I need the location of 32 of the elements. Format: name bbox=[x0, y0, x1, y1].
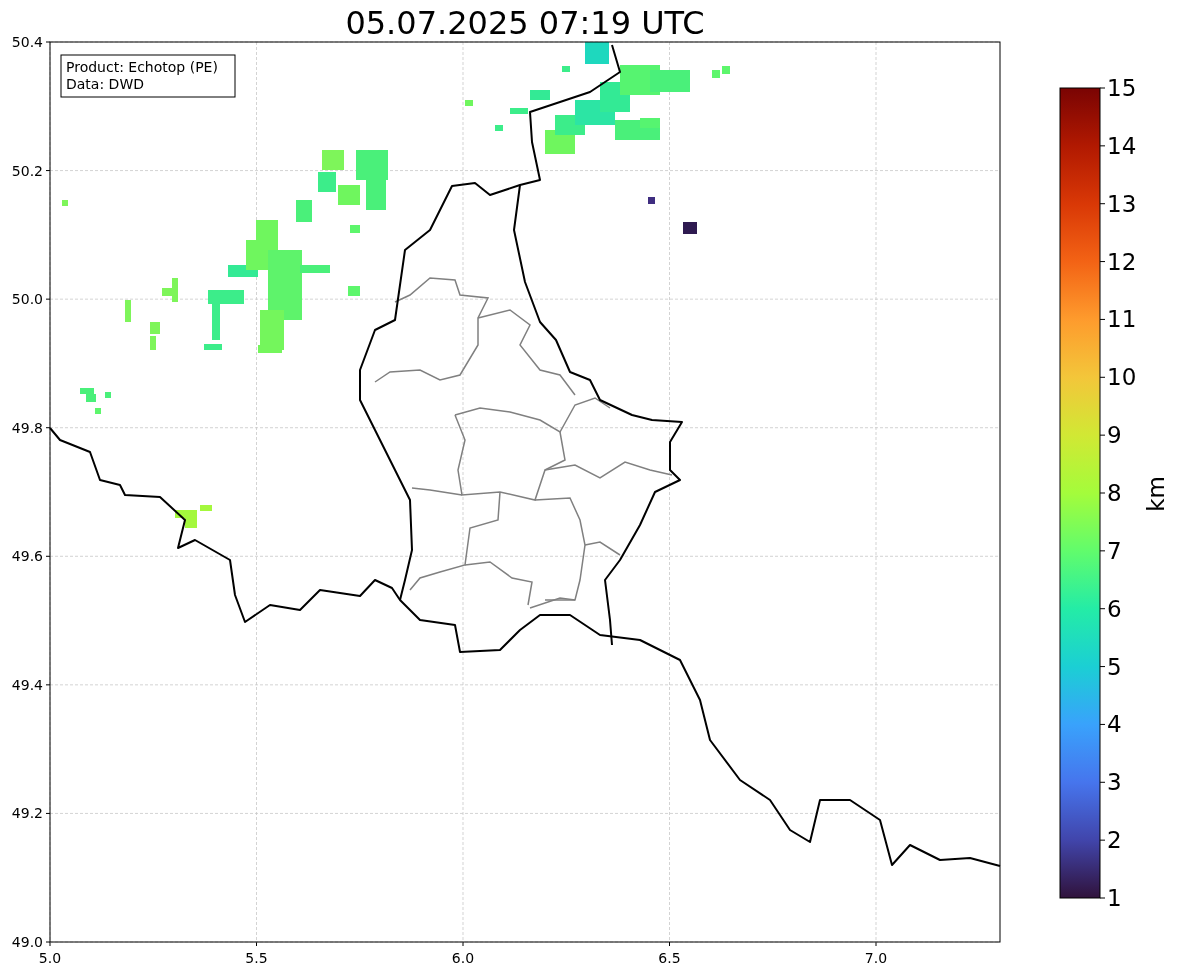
colorbar-tick-label: 13 bbox=[1107, 190, 1137, 217]
y-tick-label: 50.4 bbox=[11, 34, 43, 50]
y-tick-label: 49.6 bbox=[11, 548, 43, 565]
y-tick-label: 49.4 bbox=[11, 676, 43, 693]
x-tick-label: 7.0 bbox=[864, 950, 888, 966]
colorbar-tick-label: 5 bbox=[1107, 653, 1122, 680]
legend-text: Data: DWD bbox=[66, 76, 144, 92]
legend-text: Product: Echotop (PE) bbox=[66, 59, 218, 75]
x-tick-label: 5.5 bbox=[245, 950, 268, 966]
colorbar-tick-label: 1 bbox=[1107, 885, 1122, 911]
colorbar-tick-label: 14 bbox=[1107, 132, 1137, 159]
chart-title: 05.07.2025 07:19 UTC bbox=[345, 4, 705, 42]
colorbar-tick-label: 3 bbox=[1107, 769, 1122, 796]
colorbar-tick-label: 2 bbox=[1107, 827, 1122, 854]
colorbar-tick-label: 8 bbox=[1107, 480, 1122, 506]
colorbar-tick-label: 4 bbox=[1107, 711, 1122, 738]
y-tick-label: 49.2 bbox=[11, 805, 43, 822]
colorbar-tick-label: 9 bbox=[1107, 422, 1122, 449]
colorbar-tick-label: 7 bbox=[1107, 537, 1122, 564]
x-tick-label: 6.5 bbox=[658, 950, 681, 966]
x-tick-label: 6.0 bbox=[451, 950, 475, 966]
y-tick-label: 49.8 bbox=[11, 419, 43, 436]
colorbar-tick-label: 11 bbox=[1107, 306, 1137, 333]
y-tick-label: 49.0 bbox=[11, 934, 43, 950]
y-tick-label: 50.0 bbox=[11, 291, 43, 308]
colorbar-tick-label: 12 bbox=[1107, 248, 1137, 275]
colorbar-tick-label: 15 bbox=[1107, 75, 1137, 101]
colorbar-label: km bbox=[1143, 476, 1169, 512]
x-tick-label: 5.0 bbox=[38, 950, 62, 966]
colorbar-tick-label: 10 bbox=[1107, 364, 1137, 391]
colorbar-tick-label: 6 bbox=[1107, 595, 1122, 622]
y-tick-label: 50.2 bbox=[11, 162, 43, 179]
